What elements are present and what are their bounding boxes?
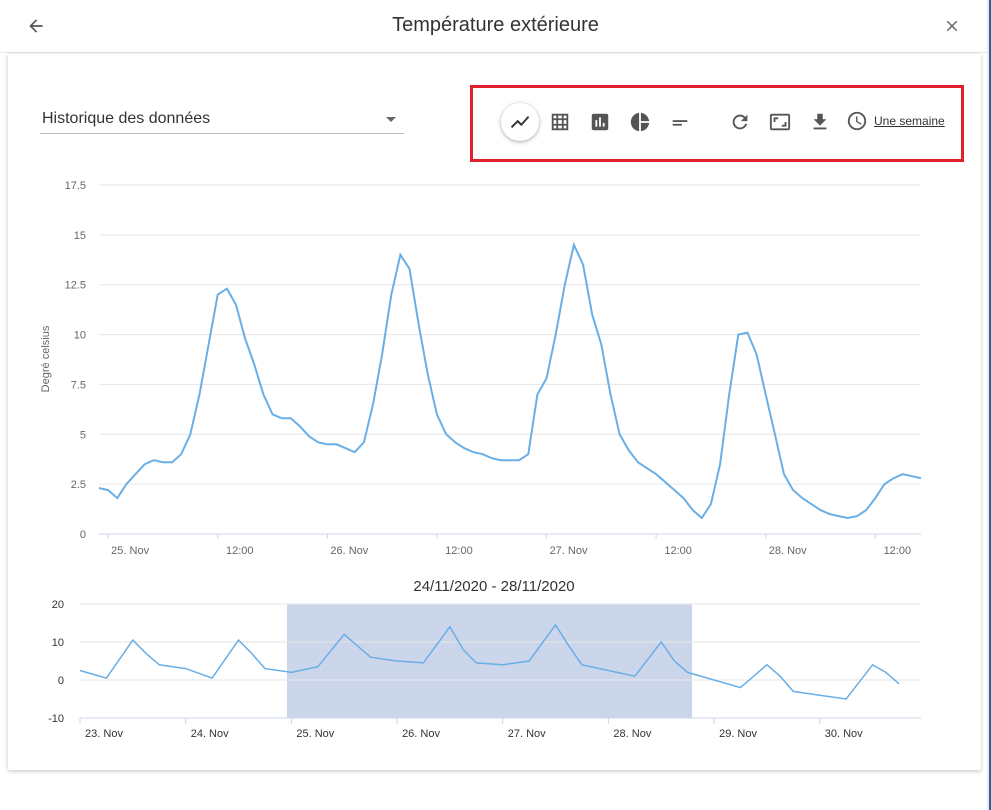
x-tick-label: 27. Nov (550, 545, 588, 557)
x-tick-label: 26. Nov (330, 545, 368, 557)
line-chart-icon (510, 116, 530, 128)
view-select-value: Historique des données (42, 110, 211, 127)
main-line-chart[interactable]: 0 2.5 5 7.5 10 12.5 15 17.5 25. Nov 12:00 26. Nov… (0, 170, 991, 570)
close-icon (946, 20, 958, 32)
line-chart-button[interactable] (501, 103, 539, 141)
temperature-series-line[interactable] (98, 241, 922, 520)
navigator-selection[interactable] (286, 604, 693, 718)
bar-chart-icon (591, 113, 609, 131)
download-icon (813, 113, 827, 130)
download-button[interactable] (801, 103, 839, 141)
y-axis-label: Degré celsius (40, 325, 52, 392)
y-tick-label: 20 (52, 599, 64, 611)
x-tick-label: 28. Nov (613, 728, 651, 740)
period-selector[interactable]: Une semaine (846, 109, 945, 133)
x-tick-label: 25. Nov (111, 545, 149, 557)
main-y-ticks: 0 2.5 5 7.5 10 12.5 15 17.5 (65, 180, 86, 541)
x-tick-label: 25. Nov (296, 728, 334, 740)
y-tick-label: 7.5 (71, 379, 86, 391)
close-button[interactable] (936, 10, 968, 42)
x-tick-label: 12:00 (884, 545, 912, 557)
minus-button[interactable] (661, 103, 699, 141)
main-x-ticks: 25. Nov 12:00 26. Nov 12:00 27. Nov 12:00 28. … (107, 534, 912, 557)
x-tick-label: 12:00 (445, 545, 473, 557)
y-tick-label: 0 (80, 529, 86, 541)
pie-chart-button[interactable] (621, 103, 659, 141)
navigator-x-ticks: 23. Nov 24. Nov 25. Nov 26. Nov 27. Nov 28. N… (79, 718, 863, 740)
clock-icon (847, 111, 867, 131)
x-tick-label: 26. Nov (402, 728, 440, 740)
table-button[interactable] (541, 103, 579, 141)
period-label: Une semaine (874, 114, 945, 128)
minus-icon (672, 120, 688, 126)
x-tick-label: 12:00 (664, 545, 692, 557)
y-tick-label: 12.5 (65, 280, 86, 292)
y-tick-label: -10 (48, 713, 64, 725)
y-tick-label: 2.5 (71, 479, 86, 491)
range-title: 24/11/2020 - 28/11/2020 (413, 578, 574, 595)
chevron-down-icon (386, 117, 396, 122)
y-tick-label: 10 (74, 330, 86, 342)
page-title: Température extérieure (392, 14, 599, 36)
bar-chart-button[interactable] (581, 103, 619, 141)
y-tick-label: 5 (80, 429, 86, 441)
refresh-button[interactable] (721, 103, 759, 141)
y-tick-label: 0 (58, 675, 64, 687)
navigator-chart[interactable]: 24/11/2020 - 28/11/2020 -10 0 10 20 23. Nov… (0, 575, 991, 745)
x-tick-label: 28. Nov (769, 545, 807, 557)
y-tick-label: 10 (52, 637, 64, 649)
x-tick-label: 12:00 (226, 545, 254, 557)
x-tick-label: 29. Nov (719, 728, 757, 740)
table-icon (551, 113, 569, 131)
fullscreen-icon (769, 113, 791, 131)
view-select[interactable]: Historique des données (40, 108, 404, 134)
y-tick-label: 15 (74, 230, 86, 242)
x-tick-label: 23. Nov (85, 728, 123, 740)
y-tick-label: 17.5 (65, 180, 86, 192)
navigator-y-ticks: -10 0 10 20 (48, 599, 64, 725)
top-bar: Température extérieure (0, 0, 991, 53)
x-tick-label: 30. Nov (825, 728, 863, 740)
x-tick-label: 24. Nov (191, 728, 229, 740)
fullscreen-button[interactable] (761, 103, 799, 141)
pie-chart-icon (630, 112, 650, 132)
main-grid (99, 184, 921, 535)
refresh-icon (732, 114, 748, 130)
x-tick-label: 27. Nov (508, 728, 546, 740)
